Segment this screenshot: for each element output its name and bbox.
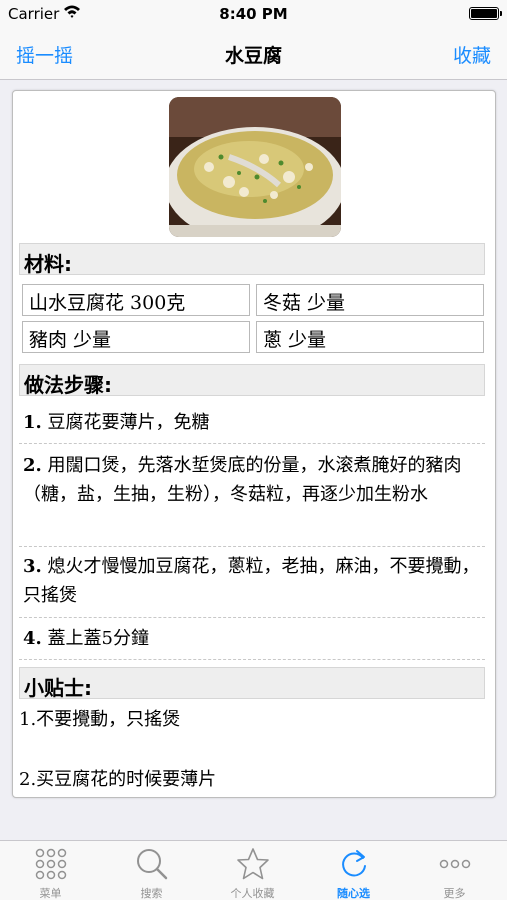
step-item: 3. 熄火才慢慢加豆腐花，蔥粒，老抽，麻油，不要攪動，只搖煲 xyxy=(19,552,485,618)
step-number: 1. xyxy=(23,412,42,433)
recipe-card[interactable]: 材料: 山水豆腐花 300克 冬菇 少量 豬肉 少量 蔥 少量 做法步骤: 1.… xyxy=(12,90,496,798)
search-icon xyxy=(137,849,168,880)
tab-favorites[interactable]: 个人收藏 xyxy=(202,841,303,900)
tab-label: 菜单 xyxy=(39,887,62,900)
refresh-icon xyxy=(342,850,366,877)
favorite-button[interactable]: 收藏 xyxy=(453,41,491,68)
step-text: 用闊口煲，先落水埑煲底的份量，水滚煮腌好的豬肉（糖，盐，生抽，生粉），冬菇粒，再… xyxy=(23,455,462,505)
ingredient-cell: 蔥 少量 xyxy=(256,321,484,353)
star-icon xyxy=(237,848,269,880)
tab-label: 更多 xyxy=(443,887,466,900)
battery-icon xyxy=(469,7,502,20)
step-number: 3. xyxy=(23,556,42,577)
ingredient-cell: 冬菇 少量 xyxy=(256,284,484,316)
step-number: 4. xyxy=(23,628,42,649)
tab-label: 搜索 xyxy=(140,887,163,900)
step-text: 熄火才慢慢加豆腐花，蔥粒，老抽，麻油，不要攪動，只搖煲 xyxy=(23,556,480,606)
page-title: 水豆腐 xyxy=(224,45,282,67)
step-text: 蓋上蓋5分鐘 xyxy=(47,628,149,649)
dish-photo xyxy=(169,97,341,237)
more-icon xyxy=(439,859,471,869)
tab-label: 随心选 xyxy=(337,887,370,900)
step-item: 2. 用闊口煲，先落水埑煲底的份量，水滚煮腌好的豬肉（糖，盐，生抽，生粉），冬菇… xyxy=(19,451,485,547)
tab-label: 个人收藏 xyxy=(230,887,275,900)
step-item: 1. 豆腐花要薄片，免糖 xyxy=(19,408,485,444)
ingredient-cell: 豬肉 少量 xyxy=(22,321,250,353)
ingredient-cell: 山水豆腐花 300克 xyxy=(22,284,250,316)
tip-item: 1.不要攪動，只搖煲 xyxy=(19,709,181,730)
status-bar: Carrier 8:40 PM xyxy=(0,0,507,28)
status-time: 8:40 PM xyxy=(219,5,288,23)
navigation-bar: 摇一摇 水豆腐 收藏 xyxy=(0,28,507,80)
tab-more[interactable]: 更多 xyxy=(404,841,505,900)
grid-icon xyxy=(35,848,67,880)
tab-random-pick[interactable]: 随心选 xyxy=(303,841,404,900)
step-number: 2. xyxy=(23,455,42,476)
tip-item: 2.买豆腐花的时候要薄片 xyxy=(19,769,217,790)
steps-header: 做法步骤: xyxy=(19,364,485,397)
step-item: 4. 蓋上蓋5分鐘 xyxy=(19,624,485,660)
tab-menu[interactable]: 菜单 xyxy=(0,841,101,900)
step-text: 豆腐花要薄片，免糖 xyxy=(47,412,210,433)
tab-search[interactable]: 搜索 xyxy=(101,841,202,900)
tab-bar: 菜单 搜索 个人收藏 随心选 更多 xyxy=(0,840,507,900)
ingredients-header: 材料: xyxy=(19,243,485,276)
tips-header: 小贴士: xyxy=(19,667,485,700)
